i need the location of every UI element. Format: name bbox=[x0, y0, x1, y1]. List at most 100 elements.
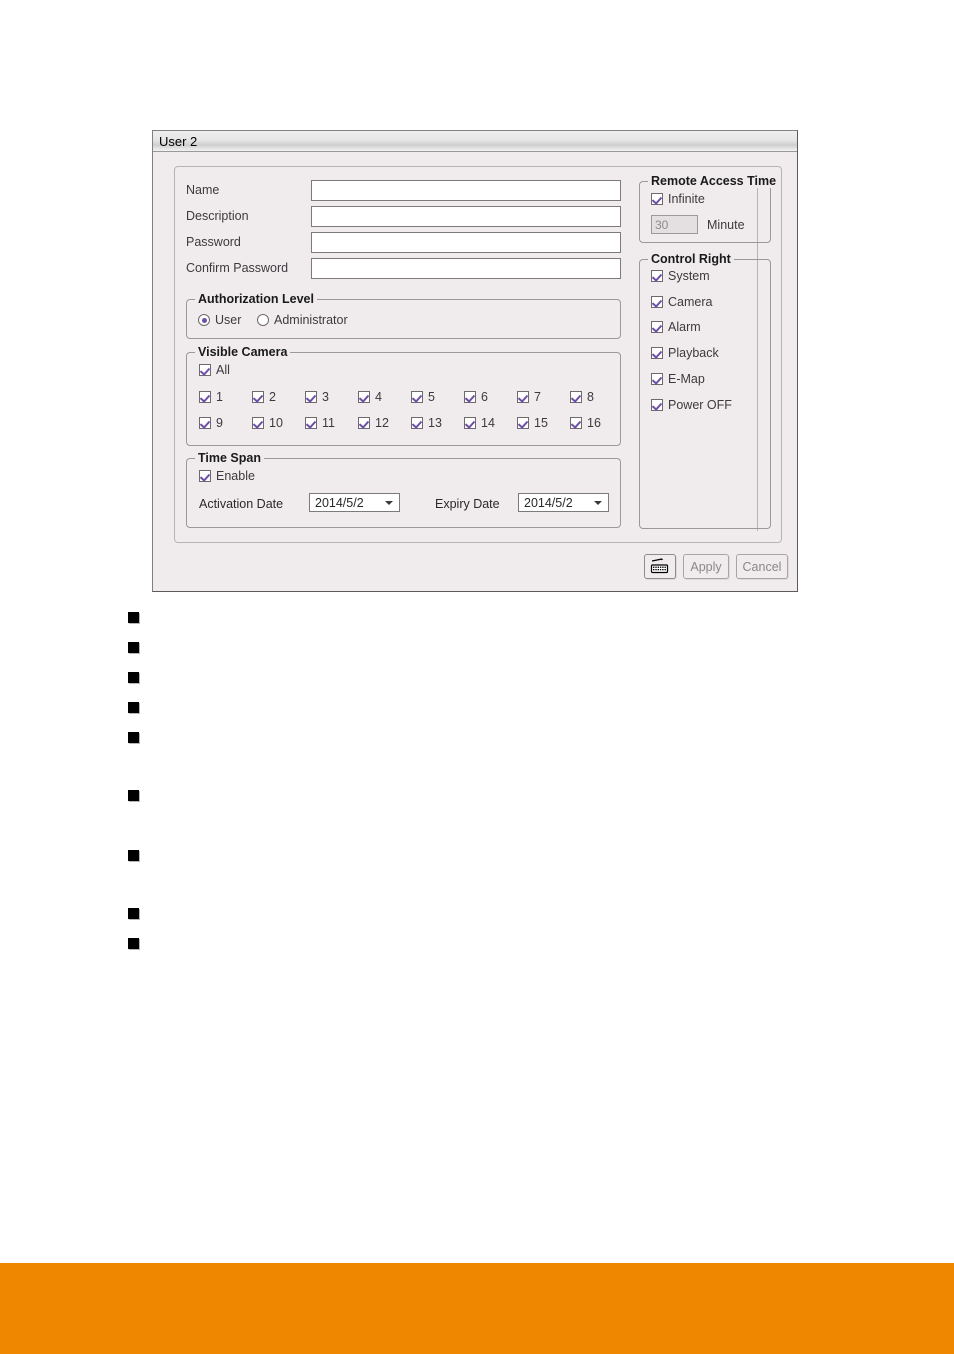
checkbox-camera-5[interactable]: 5 bbox=[411, 390, 435, 404]
checkbox-camera-16[interactable]: 16 bbox=[570, 416, 601, 430]
checkbox-camera-2[interactable]: 2 bbox=[252, 390, 276, 404]
checkbox-camera-2-icon[interactable] bbox=[252, 391, 264, 403]
checkbox-right-playback[interactable]: Playback bbox=[651, 346, 719, 360]
activation-date-select[interactable]: 2014/5/2 bbox=[309, 493, 400, 512]
checkbox-camera-15-label: 15 bbox=[534, 416, 548, 430]
checkbox-right-camera[interactable]: Camera bbox=[651, 295, 712, 309]
checkbox-time-span-enable-icon[interactable] bbox=[199, 470, 211, 482]
checkbox-right-alarm-icon[interactable] bbox=[651, 321, 663, 333]
checkbox-camera-11-icon[interactable] bbox=[305, 417, 317, 429]
cancel-button[interactable]: Cancel bbox=[736, 554, 788, 579]
checkbox-camera-13-icon[interactable] bbox=[411, 417, 423, 429]
time-span-group: Time Span Enable Activation Date 2014/5/… bbox=[186, 451, 621, 528]
checkbox-right-alarm[interactable]: Alarm bbox=[651, 320, 701, 334]
checkbox-camera-16-icon[interactable] bbox=[570, 417, 582, 429]
checkbox-right-system-label: System bbox=[668, 269, 710, 283]
checkbox-camera-15-icon[interactable] bbox=[517, 417, 529, 429]
checkbox-time-span-enable[interactable]: Enable bbox=[199, 469, 255, 483]
checkbox-camera-6-icon[interactable] bbox=[464, 391, 476, 403]
checkbox-right-alarm-label: Alarm bbox=[668, 320, 701, 334]
checkbox-camera-7-icon[interactable] bbox=[517, 391, 529, 403]
checkbox-infinite[interactable]: Infinite bbox=[651, 192, 705, 206]
checkbox-camera-12-icon[interactable] bbox=[358, 417, 370, 429]
list-item-bullet bbox=[128, 672, 139, 683]
checkbox-camera-6[interactable]: 6 bbox=[464, 390, 488, 404]
control-right-group: Control Right System Camera Alarm Playba… bbox=[639, 252, 771, 529]
checkbox-camera-7[interactable]: 7 bbox=[517, 390, 541, 404]
radio-user-icon[interactable] bbox=[198, 314, 210, 326]
checkbox-camera-10-label: 10 bbox=[269, 416, 283, 430]
checkbox-camera-14-label: 14 bbox=[481, 416, 495, 430]
checkbox-infinite-icon[interactable] bbox=[651, 193, 663, 205]
radio-user[interactable]: User bbox=[198, 313, 241, 327]
list-item-bullet bbox=[128, 908, 139, 919]
checkbox-right-power-off[interactable]: Power OFF bbox=[651, 398, 732, 412]
radio-user-label: User bbox=[215, 313, 242, 327]
checkbox-camera-1[interactable]: 1 bbox=[199, 390, 223, 404]
confirm-password-input[interactable] bbox=[311, 258, 621, 279]
remote-access-time-legend: Remote Access Time bbox=[648, 174, 780, 188]
checkbox-right-playback-label: Playback bbox=[668, 346, 719, 360]
remote-access-minutes-input[interactable] bbox=[651, 215, 698, 234]
checkbox-camera-15[interactable]: 15 bbox=[517, 416, 548, 430]
checkbox-camera-12-label: 12 bbox=[375, 416, 389, 430]
checkbox-camera-all-label: All bbox=[216, 363, 230, 377]
page-footer-band bbox=[0, 1263, 954, 1354]
activation-date-value: 2014/5/2 bbox=[315, 495, 364, 510]
radio-administrator-icon[interactable] bbox=[257, 314, 269, 326]
name-input[interactable] bbox=[311, 180, 621, 201]
description-input[interactable] bbox=[311, 206, 621, 227]
expiry-date-select[interactable]: 2014/5/2 bbox=[518, 493, 609, 512]
checkbox-camera-14[interactable]: 14 bbox=[464, 416, 495, 430]
list-item-bullet bbox=[128, 642, 139, 653]
checkbox-right-system[interactable]: System bbox=[651, 269, 710, 283]
checkbox-camera-9-icon[interactable] bbox=[199, 417, 211, 429]
checkbox-camera-8[interactable]: 8 bbox=[570, 390, 594, 404]
checkbox-right-system-icon[interactable] bbox=[651, 270, 663, 282]
virtual-keyboard-button[interactable] bbox=[644, 554, 676, 579]
minute-unit-label: Minute bbox=[707, 218, 745, 232]
checkbox-camera-7-label: 7 bbox=[534, 390, 541, 404]
checkbox-camera-10[interactable]: 10 bbox=[252, 416, 283, 430]
checkbox-camera-14-icon[interactable] bbox=[464, 417, 476, 429]
checkbox-camera-11[interactable]: 11 bbox=[305, 416, 335, 430]
checkbox-right-emap-icon[interactable] bbox=[651, 373, 663, 385]
checkbox-right-power-off-icon[interactable] bbox=[651, 399, 663, 411]
checkbox-camera-all-icon[interactable] bbox=[199, 364, 211, 376]
dialog-titlebar: User 2 bbox=[153, 131, 797, 152]
apply-button[interactable]: Apply bbox=[683, 554, 729, 579]
visible-camera-legend: Visible Camera bbox=[195, 345, 291, 359]
checkbox-camera-12[interactable]: 12 bbox=[358, 416, 389, 430]
checkbox-camera-3-icon[interactable] bbox=[305, 391, 317, 403]
checkbox-right-power-off-label: Power OFF bbox=[668, 398, 732, 412]
checkbox-camera-8-icon[interactable] bbox=[570, 391, 582, 403]
checkbox-camera-1-icon[interactable] bbox=[199, 391, 211, 403]
name-label: Name bbox=[186, 183, 220, 197]
checkbox-right-camera-icon[interactable] bbox=[651, 296, 663, 308]
checkbox-camera-all[interactable]: All bbox=[199, 363, 230, 377]
remote-access-time-group: Remote Access Time Infinite Minute bbox=[639, 174, 780, 243]
dialog-title: User 2 bbox=[159, 133, 198, 149]
checkbox-camera-11-label: 11 bbox=[322, 416, 335, 430]
checkbox-camera-10-icon[interactable] bbox=[252, 417, 264, 429]
authorization-level-legend: Authorization Level bbox=[195, 292, 317, 306]
list-item-bullet bbox=[128, 938, 139, 949]
checkbox-camera-5-icon[interactable] bbox=[411, 391, 423, 403]
radio-administrator[interactable]: Administrator bbox=[257, 313, 348, 327]
expiry-date-label: Expiry Date bbox=[435, 497, 500, 511]
list-item-bullet bbox=[128, 702, 139, 713]
chevron-down-icon[interactable] bbox=[385, 500, 393, 505]
radio-administrator-label: Administrator bbox=[274, 313, 348, 327]
checkbox-camera-4-icon[interactable] bbox=[358, 391, 370, 403]
checkbox-camera-4[interactable]: 4 bbox=[358, 390, 382, 404]
chevron-down-icon[interactable] bbox=[594, 500, 602, 505]
checkbox-camera-13[interactable]: 13 bbox=[411, 416, 442, 430]
password-input[interactable] bbox=[311, 232, 621, 253]
checkbox-camera-9[interactable]: 9 bbox=[199, 416, 223, 430]
checkbox-camera-5-label: 5 bbox=[428, 390, 435, 404]
checkbox-camera-3[interactable]: 3 bbox=[305, 390, 329, 404]
checkbox-camera-9-label: 9 bbox=[216, 416, 223, 430]
checkbox-right-emap[interactable]: E-Map bbox=[651, 372, 705, 386]
confirm-password-label: Confirm Password bbox=[186, 261, 289, 275]
checkbox-right-playback-icon[interactable] bbox=[651, 347, 663, 359]
